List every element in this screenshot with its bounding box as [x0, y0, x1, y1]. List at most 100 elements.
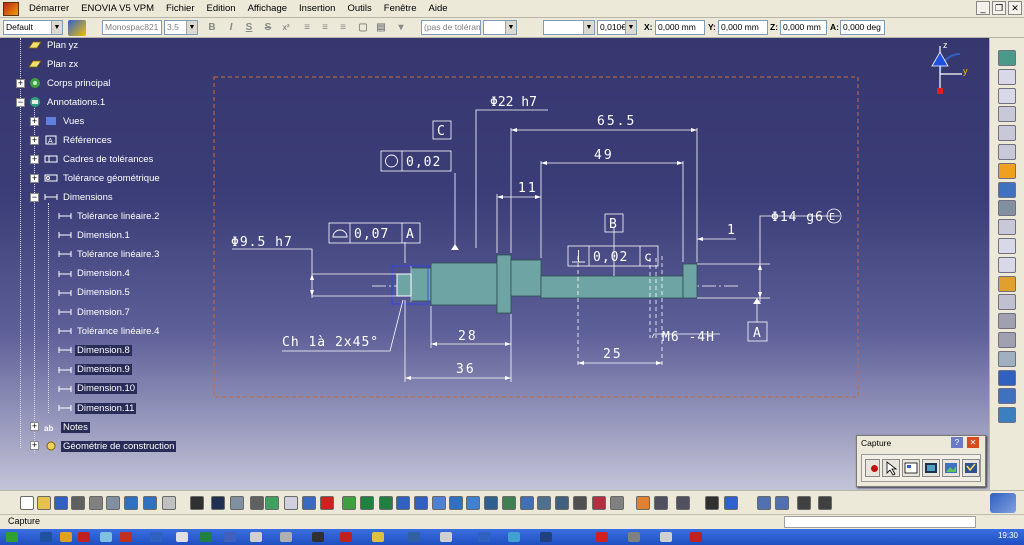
help-button[interactable]: ?: [951, 437, 963, 448]
font-combo[interactable]: Monospac821: [102, 20, 162, 35]
datum-a-label[interactable]: A: [747, 321, 768, 342]
print-icon[interactable]: [71, 496, 85, 510]
menu-insertion[interactable]: Insertion: [293, 3, 341, 14]
taskbar-app-icon[interactable]: [250, 532, 262, 542]
save-icon[interactable]: [54, 496, 68, 510]
open-icon[interactable]: [37, 496, 51, 510]
dim-65-text[interactable]: 65.5: [597, 114, 636, 129]
sheet-icon[interactable]: [998, 125, 1016, 142]
sheet-icon[interactable]: [998, 219, 1016, 236]
align-left-icon[interactable]: ≡: [300, 21, 314, 35]
fcf-surface-profile[interactable]: 0,07 A: [328, 222, 421, 244]
image-icon[interactable]: [230, 496, 244, 510]
menu-edition[interactable]: Edition: [201, 3, 242, 14]
dim-28-text[interactable]: 28: [458, 329, 478, 344]
tolerance-value-combo[interactable]: ▼: [483, 20, 517, 35]
menu-demarrer[interactable]: Démarrer: [23, 3, 75, 14]
undo-icon[interactable]: [124, 496, 138, 510]
dim-9-text[interactable]: Φ9.5 h7: [231, 235, 293, 250]
taskbar-app-icon[interactable]: [508, 532, 520, 542]
view-icon[interactable]: [998, 369, 1016, 386]
annotation-drawing[interactable]: Φ22 h7 65.5 49 11 1 Φ14 g6 E Φ9.5 h7 28 …: [0, 38, 989, 490]
bold-button[interactable]: B: [205, 21, 219, 35]
taskbar-app-icon[interactable]: [60, 532, 72, 542]
fit-all-icon[interactable]: [342, 496, 356, 510]
restore-button[interactable]: ❐: [992, 1, 1006, 15]
grid-icon[interactable]: [676, 496, 690, 510]
dim-36-text[interactable]: 36: [456, 362, 476, 377]
sheet-icon[interactable]: [998, 106, 1016, 123]
macro-icon[interactable]: [302, 496, 316, 510]
snap-icon[interactable]: [705, 496, 719, 510]
x-coordinate-field[interactable]: 0,000 mm: [655, 20, 705, 35]
text-icon[interactable]: [998, 238, 1016, 254]
italic-button[interactable]: I: [224, 21, 238, 35]
taskbar-app-icon[interactable]: [100, 532, 112, 542]
dim-49-text[interactable]: 49: [594, 148, 614, 163]
roundness-icon[interactable]: [998, 313, 1016, 330]
new-icon[interactable]: [20, 496, 34, 510]
taskbar-app-icon[interactable]: [120, 532, 132, 542]
taskbar-app-icon[interactable]: [628, 532, 640, 542]
whats-this-icon[interactable]: [162, 496, 176, 510]
product-icon[interactable]: [998, 50, 1016, 66]
fcf-roundness[interactable]: 0,02: [380, 150, 452, 172]
taskbar-app-icon[interactable]: [372, 532, 384, 542]
capture-icon[interactable]: [537, 496, 551, 510]
taskbar-app-icon[interactable]: [340, 532, 352, 542]
shaft-part[interactable]: [396, 254, 698, 314]
grid-icon[interactable]: [757, 496, 771, 510]
taskbar-app-icon[interactable]: [408, 532, 420, 542]
taskbar-app-icon[interactable]: [478, 532, 490, 542]
angle-field[interactable]: 0,000 deg: [840, 20, 885, 35]
menu-outils[interactable]: Outils: [341, 3, 377, 14]
measure-icon[interactable]: [573, 496, 587, 510]
insert-symbol-icon[interactable]: ▾: [394, 21, 408, 35]
compass-widget[interactable]: z y: [924, 38, 980, 98]
style-combo[interactable]: Default ▼: [3, 20, 63, 35]
capture-close-button[interactable]: ✕: [967, 437, 979, 448]
3d-viewport[interactable]: Plan yz Plan zx + Corps principal − Anno…: [0, 38, 989, 490]
zoom-in-icon[interactable]: [396, 496, 410, 510]
superscript-button[interactable]: x²: [279, 21, 293, 35]
datum-icon[interactable]: [998, 294, 1016, 311]
album-button[interactable]: [942, 459, 960, 477]
gallery-button[interactable]: [962, 459, 980, 477]
text-icon[interactable]: [998, 256, 1016, 273]
formula-icon[interactable]: [190, 496, 204, 510]
close-button[interactable]: ✕: [1008, 1, 1022, 15]
select-mode-button[interactable]: [882, 459, 900, 477]
options-button[interactable]: [902, 459, 920, 477]
taskbar-app-icon[interactable]: [596, 532, 608, 542]
y-coordinate-field[interactable]: 0,000 mm: [718, 20, 768, 35]
tools-icon[interactable]: [654, 496, 668, 510]
comment-icon[interactable]: [211, 496, 225, 510]
update-icon[interactable]: [320, 496, 334, 510]
taskbar-app-icon[interactable]: [660, 532, 672, 542]
underline-button[interactable]: S: [242, 21, 256, 35]
shading-icon[interactable]: [484, 496, 498, 510]
dim-11-text[interactable]: 11: [518, 181, 538, 196]
pan-icon[interactable]: [360, 496, 374, 510]
multi-view-icon[interactable]: [449, 496, 463, 510]
menu-aide[interactable]: Aide: [423, 3, 454, 14]
render-icon[interactable]: [555, 496, 569, 510]
precision-combo[interactable]: 0,010€ ▼: [597, 20, 637, 35]
datum-b-label[interactable]: B: [604, 213, 624, 233]
dim-1-text[interactable]: 1: [727, 223, 735, 238]
start-button[interactable]: [6, 532, 18, 542]
sheet-icon[interactable]: [998, 144, 1016, 160]
plane-icon[interactable]: [998, 200, 1016, 217]
analysis-icon[interactable]: [636, 496, 650, 510]
text-color-icon[interactable]: ▤: [374, 21, 388, 35]
numerical-display-combo[interactable]: ▼: [543, 20, 595, 35]
view-icon[interactable]: [998, 68, 1016, 85]
dimension-icon[interactable]: [797, 496, 811, 510]
chamfer-callout-text[interactable]: Ch 1à 2x45°: [282, 335, 379, 350]
knowledge-icon[interactable]: [265, 496, 279, 510]
thread-callout-text[interactable]: M6 -4H: [662, 330, 715, 345]
normal-view-icon[interactable]: [432, 496, 446, 510]
taskbar-app-icon[interactable]: [200, 532, 212, 542]
view-icon[interactable]: [998, 350, 1016, 367]
capture-image-button[interactable]: [922, 459, 940, 477]
